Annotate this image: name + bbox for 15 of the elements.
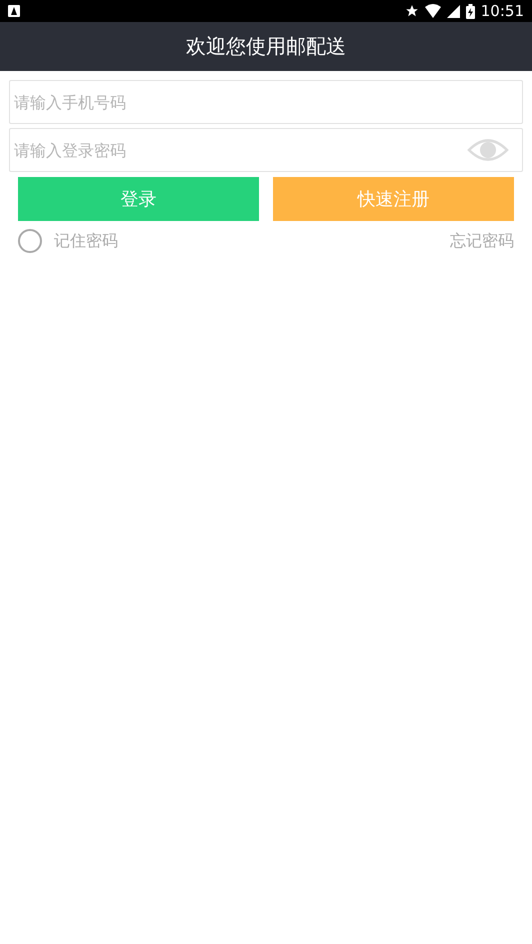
register-button[interactable]: 快速注册	[273, 177, 514, 221]
signal-icon	[446, 4, 460, 18]
star-icon	[404, 4, 419, 18]
clock-time: 10:51	[480, 2, 524, 20]
remember-label: 记住密码	[54, 230, 118, 252]
password-field[interactable]: 请输入登录密码	[9, 128, 523, 172]
battery-charging-icon	[466, 4, 475, 18]
wifi-icon	[424, 4, 441, 18]
phone-field[interactable]: 请输入手机号码	[9, 80, 523, 124]
login-button[interactable]: 登录	[18, 177, 259, 221]
forgot-password-link[interactable]: 忘记密码	[450, 230, 514, 252]
eye-icon[interactable]	[467, 137, 509, 163]
header-title: 欢迎您使用邮配送	[186, 33, 346, 60]
notification-icon	[8, 5, 20, 17]
remember-checkbox[interactable]	[18, 229, 42, 253]
